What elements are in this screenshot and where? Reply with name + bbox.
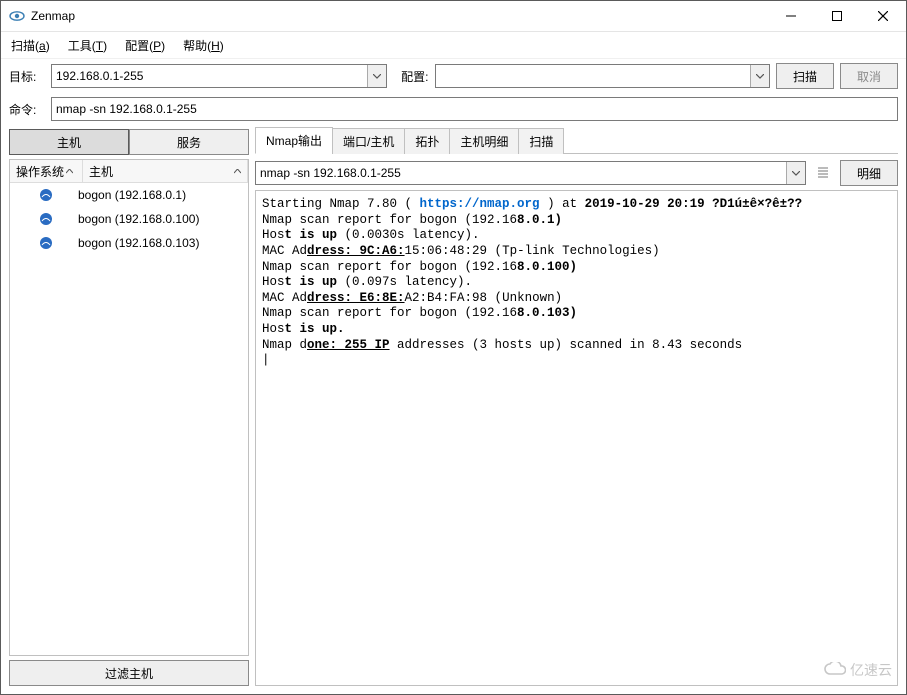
list-item[interactable]: bogon (192.168.0.1) — [10, 183, 248, 207]
filter-hosts-button[interactable]: 过滤主机 — [9, 660, 249, 686]
menu-profile[interactable]: 配置(P) — [121, 36, 169, 55]
host-rows: bogon (192.168.0.1) bogon (192.168.0.100… — [10, 183, 248, 655]
host-name: bogon (192.168.0.103) — [76, 236, 248, 250]
detail-button[interactable]: 明细 — [840, 160, 898, 186]
services-toggle[interactable]: 服务 — [129, 129, 249, 155]
host-list: 操作系统 主机 bogon (192.168.0.1) — [9, 159, 249, 656]
right-pane: Nmap输出 端口/主机 拓扑 主机明细 扫描 明细 Starting Nmap… — [255, 129, 898, 686]
os-icon — [16, 236, 76, 250]
body: 主机 服务 操作系统 主机 bogon ( — [1, 125, 906, 694]
nmap-output-text[interactable]: Starting Nmap 7.80 ( https://nmap.org ) … — [255, 190, 898, 686]
hosts-toggle[interactable]: 主机 — [9, 129, 129, 155]
app-icon — [9, 8, 25, 24]
app-window: Zenmap 扫描(a) 工具(T) 配置(P) 帮助(H) 目标: 配置: 扫… — [0, 0, 907, 695]
window-title: Zenmap — [31, 9, 768, 23]
menu-tools[interactable]: 工具(T) — [64, 36, 111, 55]
chevron-down-icon[interactable] — [750, 65, 769, 87]
cancel-button[interactable]: 取消 — [840, 63, 898, 89]
os-icon — [16, 212, 76, 226]
maximize-button[interactable] — [814, 1, 860, 31]
tab-ports-hosts[interactable]: 端口/主机 — [332, 128, 405, 154]
tab-topology[interactable]: 拓扑 — [404, 128, 450, 154]
list-item[interactable]: bogon (192.168.0.100) — [10, 207, 248, 231]
target-label: 目标: — [9, 68, 45, 85]
chevron-down-icon[interactable] — [786, 162, 805, 184]
target-row: 目标: 配置: 扫描 取消 — [1, 59, 906, 93]
list-item[interactable]: bogon (192.168.0.103) — [10, 231, 248, 255]
command-input[interactable] — [51, 97, 898, 121]
tabstrip: Nmap输出 端口/主机 拓扑 主机明细 扫描 — [255, 129, 898, 154]
close-button[interactable] — [860, 1, 906, 31]
output-toolbar: 明细 — [255, 160, 898, 186]
menu-help[interactable]: 帮助(H) — [179, 36, 228, 55]
output-scan-combo[interactable] — [255, 161, 806, 185]
os-icon — [16, 188, 76, 202]
host-name: bogon (192.168.0.1) — [76, 188, 248, 202]
profile-label: 配置: — [393, 68, 429, 85]
host-list-header: 操作系统 主机 — [10, 160, 248, 183]
output-scan-input[interactable] — [256, 162, 786, 184]
output-options-icon[interactable] — [810, 160, 836, 186]
tab-host-details[interactable]: 主机明细 — [449, 128, 519, 154]
left-pane: 主机 服务 操作系统 主机 bogon ( — [9, 129, 249, 686]
target-input[interactable] — [52, 65, 367, 87]
tab-scans[interactable]: 扫描 — [518, 128, 564, 154]
left-toggle: 主机 服务 — [9, 129, 249, 155]
menu-scan[interactable]: 扫描(a) — [7, 36, 54, 55]
col-os[interactable]: 操作系统 — [10, 160, 83, 182]
window-controls — [768, 1, 906, 31]
col-host[interactable]: 主机 — [83, 160, 248, 182]
titlebar: Zenmap — [1, 1, 906, 32]
scan-button[interactable]: 扫描 — [776, 63, 834, 89]
profile-combo[interactable] — [435, 64, 771, 88]
minimize-button[interactable] — [768, 1, 814, 31]
command-row: 命令: — [1, 93, 906, 125]
profile-input[interactable] — [436, 65, 751, 87]
tab-nmap-output[interactable]: Nmap输出 — [255, 127, 333, 154]
target-combo[interactable] — [51, 64, 387, 88]
chevron-down-icon[interactable] — [367, 65, 386, 87]
host-name: bogon (192.168.0.100) — [76, 212, 248, 226]
command-label: 命令: — [9, 101, 45, 118]
menubar: 扫描(a) 工具(T) 配置(P) 帮助(H) — [1, 32, 906, 59]
